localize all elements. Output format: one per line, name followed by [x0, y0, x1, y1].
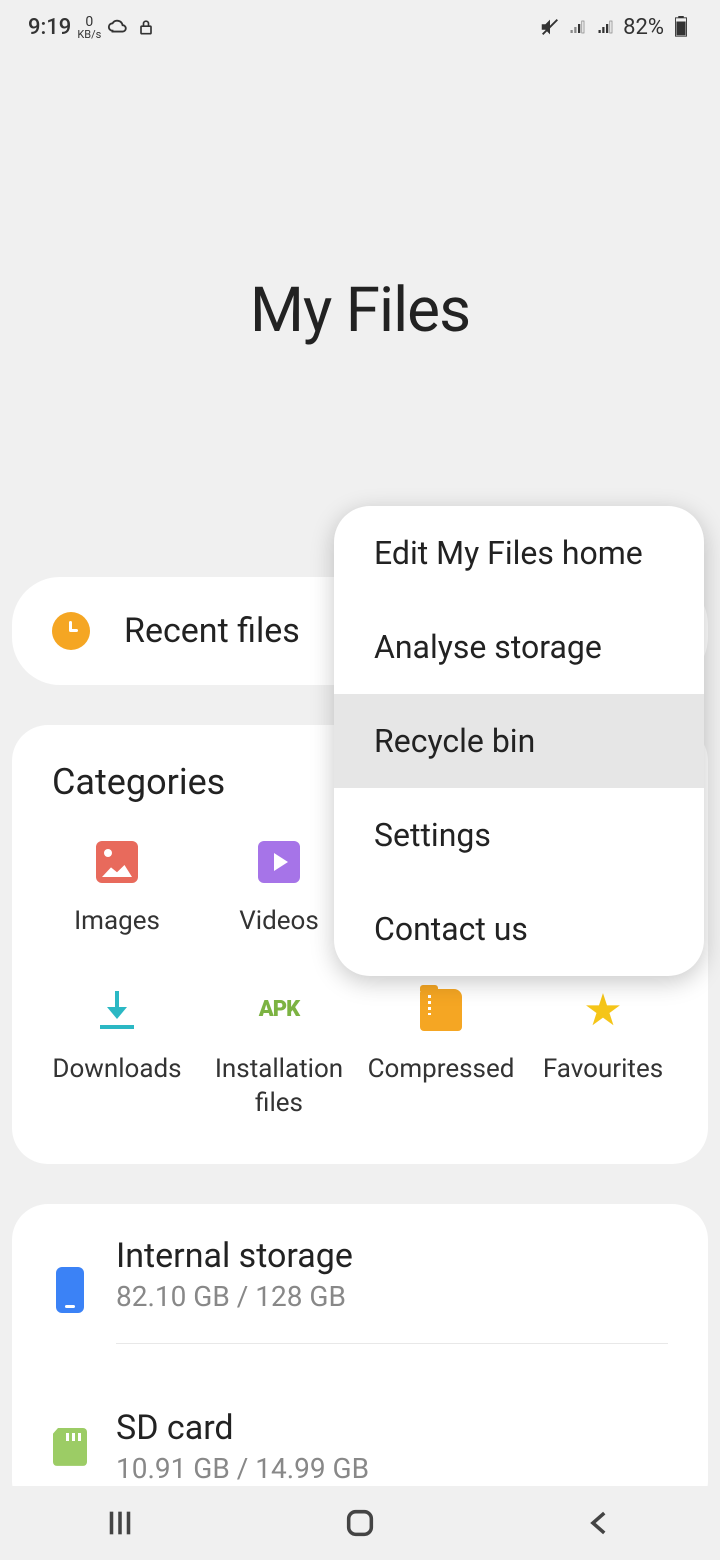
sdcard-icon — [53, 1428, 87, 1466]
menu-recycle-bin[interactable]: Recycle bin — [334, 694, 704, 788]
storage-card: Internal storage 82.10 GB / 128 GB SD ca… — [12, 1204, 708, 1517]
signal-icon-2 — [595, 16, 617, 38]
menu-settings[interactable]: Settings — [334, 788, 704, 882]
download-icon — [96, 989, 138, 1031]
video-icon — [258, 841, 300, 883]
overflow-menu: Edit My Files home Analyse storage Recyc… — [334, 506, 704, 976]
signal-icon — [567, 16, 589, 38]
status-bar: 9:19 0 KB/s 82% — [0, 0, 720, 54]
category-downloads[interactable]: Downloads — [36, 989, 198, 1121]
lock-icon — [135, 16, 157, 38]
category-installation-files[interactable]: APK Installation files — [198, 989, 360, 1121]
image-icon — [96, 841, 138, 883]
nav-back-button[interactable] — [574, 1497, 626, 1549]
category-favourites[interactable]: ★ Favourites — [522, 989, 684, 1121]
menu-edit-home[interactable]: Edit My Files home — [334, 506, 704, 600]
storage-internal[interactable]: Internal storage 82.10 GB / 128 GB — [12, 1204, 708, 1376]
star-icon: ★ — [582, 989, 624, 1031]
battery-percent: 82% — [623, 15, 664, 40]
category-compressed[interactable]: Compressed — [360, 989, 522, 1121]
compressed-icon — [420, 989, 462, 1031]
menu-contact-us[interactable]: Contact us — [334, 882, 704, 976]
storage-title: Internal storage — [116, 1236, 668, 1276]
apk-icon: APK — [258, 989, 300, 1031]
nav-home-button[interactable] — [334, 1497, 386, 1549]
navigation-bar — [0, 1486, 720, 1560]
nav-recents-button[interactable] — [94, 1497, 146, 1549]
storage-title: SD card — [116, 1408, 668, 1448]
storage-usage: 82.10 GB / 128 GB — [116, 1280, 668, 1313]
mute-icon — [539, 16, 561, 38]
storage-usage: 10.91 GB / 14.99 GB — [116, 1452, 668, 1485]
status-time: 9:19 — [28, 15, 71, 40]
cloud-icon — [107, 16, 129, 38]
category-images[interactable]: Images — [36, 841, 198, 939]
page-title: My Files — [0, 54, 720, 347]
network-speed-indicator: 0 KB/s — [77, 15, 101, 40]
recent-files-label: Recent files — [124, 611, 300, 651]
menu-analyse-storage[interactable]: Analyse storage — [334, 600, 704, 694]
battery-icon — [670, 16, 692, 38]
clock-icon — [52, 612, 90, 650]
phone-icon — [56, 1267, 84, 1313]
